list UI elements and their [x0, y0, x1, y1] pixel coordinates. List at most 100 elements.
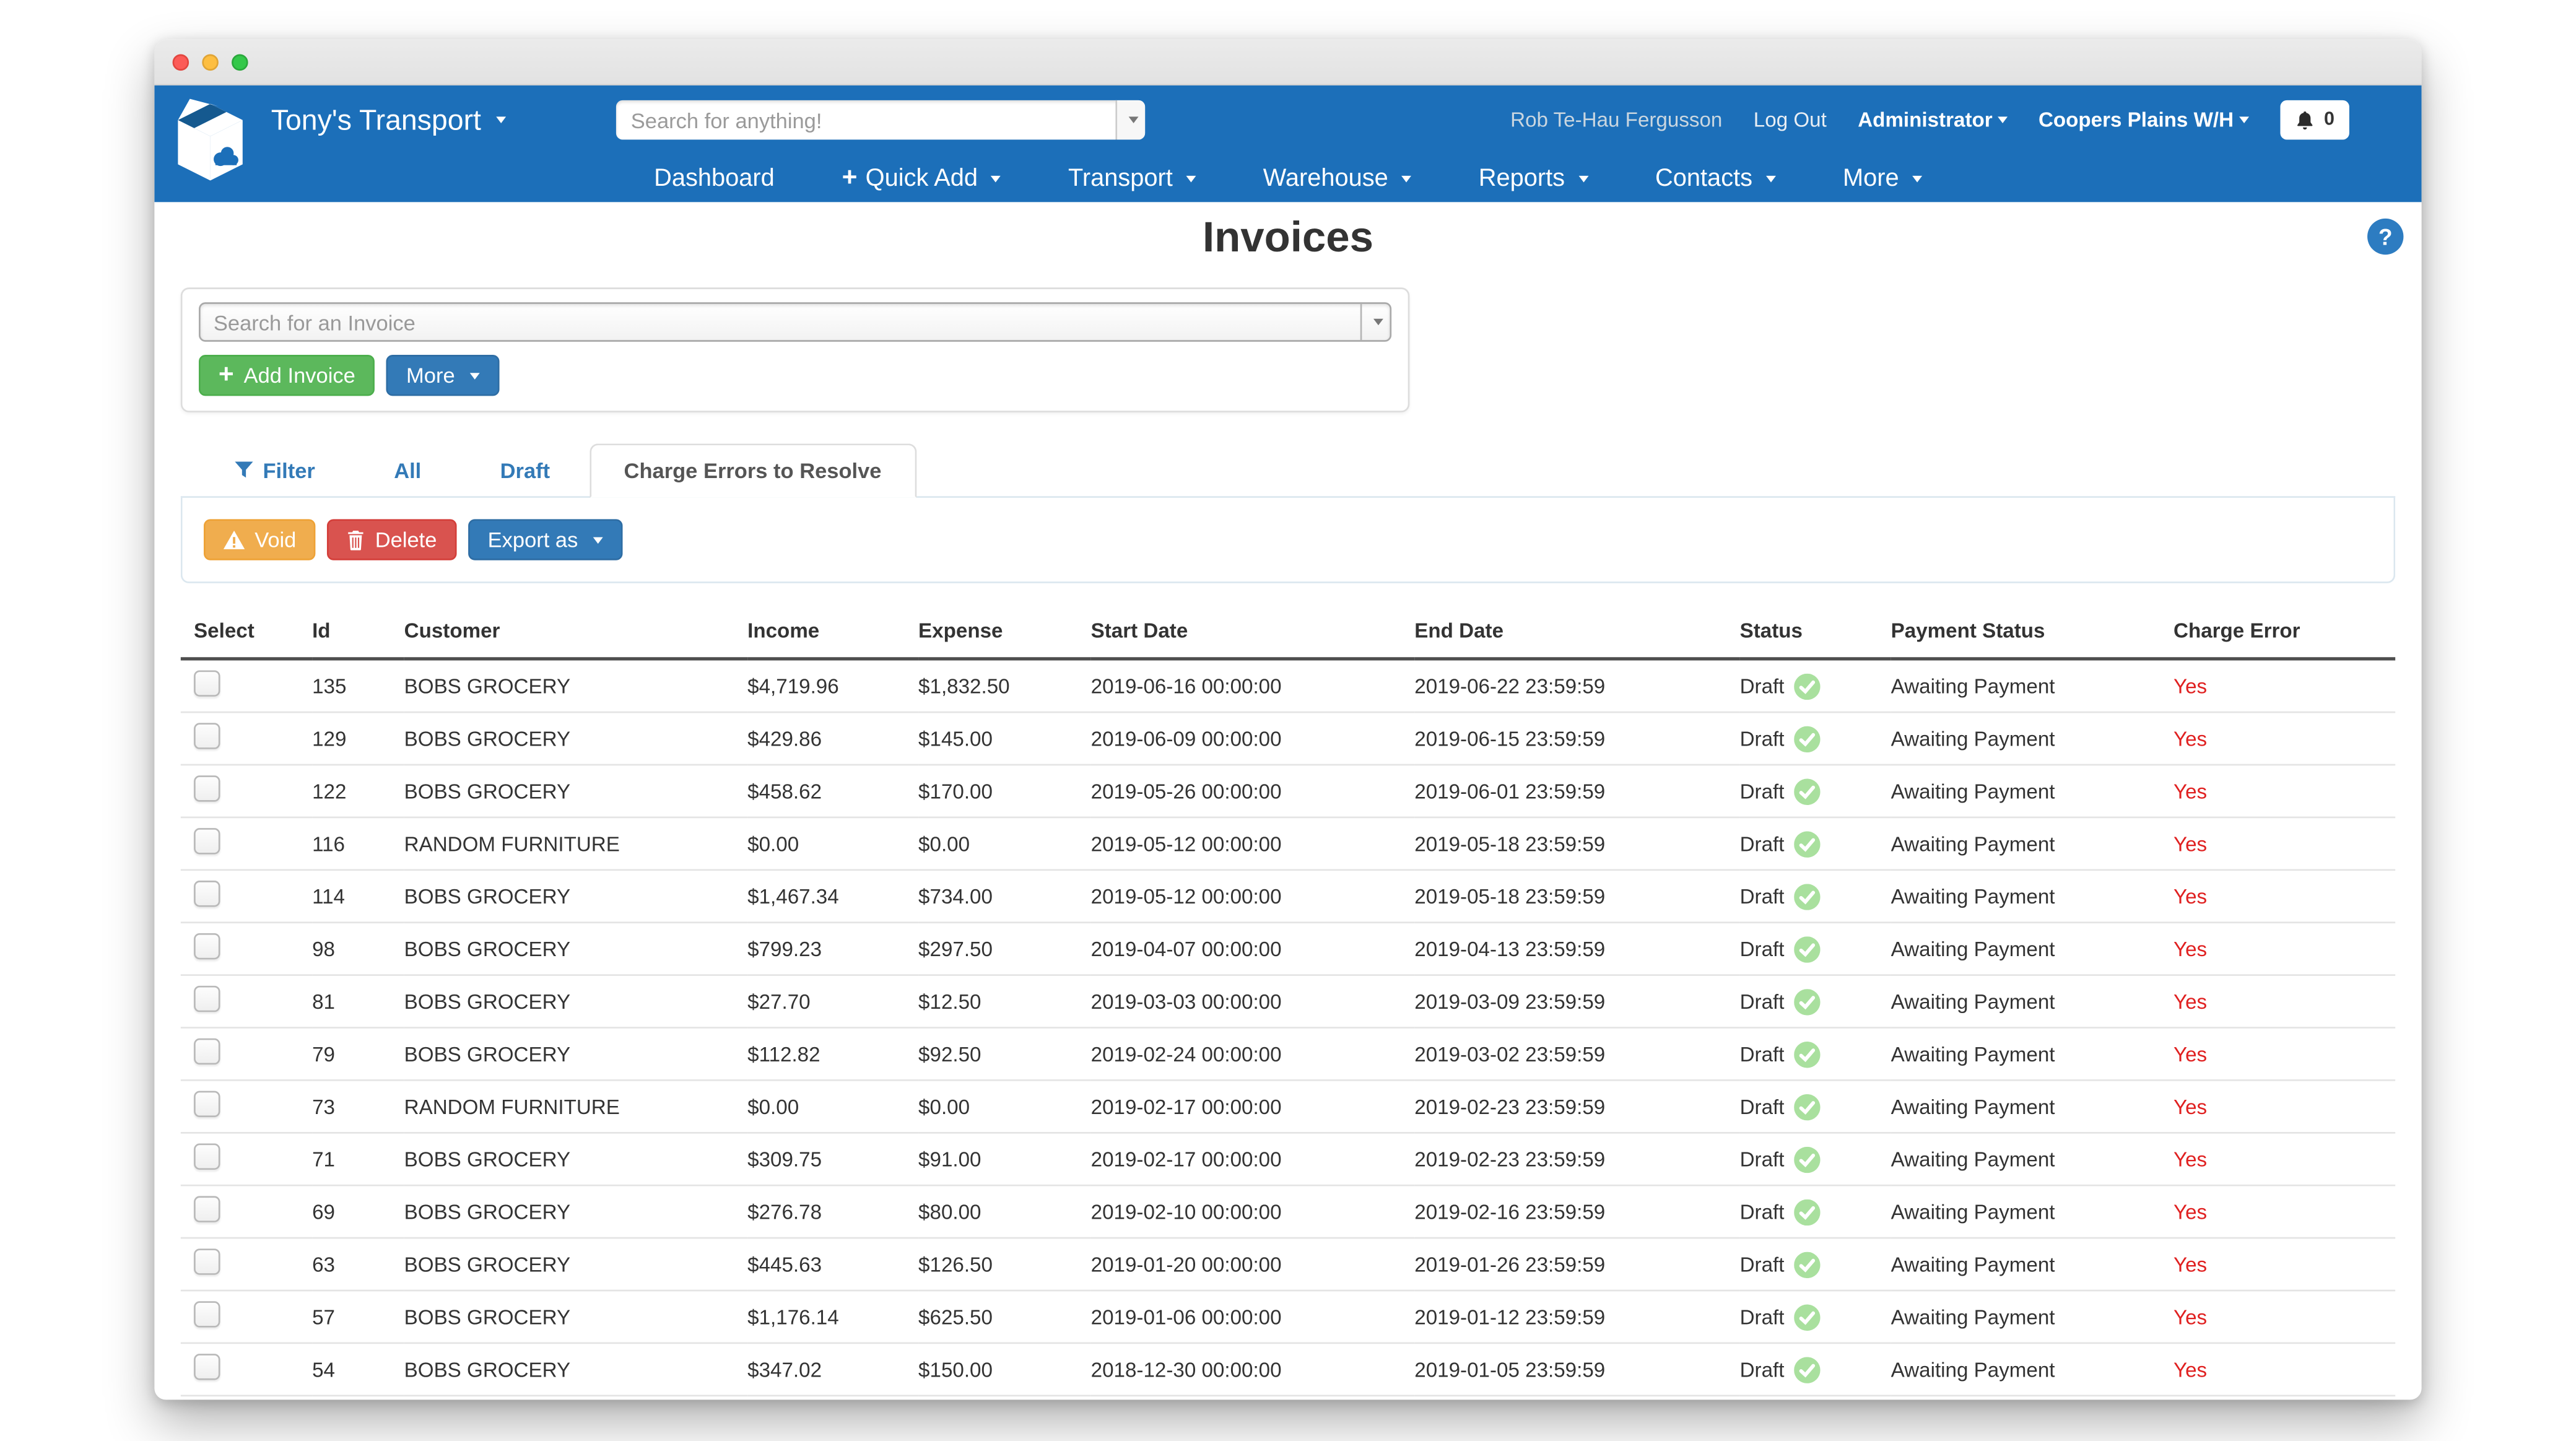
row-status: Draft: [1740, 1080, 1891, 1133]
row-checkbox[interactable]: [194, 1354, 220, 1380]
row-checkbox[interactable]: [194, 1144, 220, 1170]
row-income: $112.82: [747, 1027, 918, 1080]
warning-icon: [224, 530, 245, 550]
user-menu[interactable]: Rob Te-Hau Fergusson: [1510, 108, 1722, 131]
row-id: 63: [312, 1238, 404, 1291]
check-circle-icon: [1794, 673, 1820, 699]
tab-filter[interactable]: Filter: [196, 445, 355, 496]
invoice-tabs: Filter All Draft Charge Errors to Resolv…: [181, 445, 2395, 498]
row-status: Draft: [1740, 765, 1891, 817]
add-invoice-button[interactable]: + Add Invoice: [199, 355, 375, 396]
row-select-cell: [181, 659, 312, 712]
check-circle-icon: [1794, 1146, 1820, 1172]
nav-reports[interactable]: Reports: [1479, 164, 1588, 192]
row-checkbox[interactable]: [194, 1091, 220, 1117]
row-checkbox[interactable]: [194, 775, 220, 801]
row-expense: $0.00: [918, 817, 1091, 870]
row-end-date: 2019-03-02 23:59:59: [1414, 1027, 1739, 1080]
check-circle-icon: [1794, 725, 1820, 751]
row-checkbox[interactable]: [194, 881, 220, 907]
chevron-down-icon[interactable]: [1360, 304, 1390, 340]
logout-link[interactable]: Log Out: [1754, 108, 1827, 131]
minimize-button[interactable]: [202, 53, 219, 70]
row-select-cell: [181, 765, 312, 817]
chevron-down-icon[interactable]: [1115, 100, 1145, 140]
row-checkbox[interactable]: [194, 1248, 220, 1274]
row-select-cell: [181, 1080, 312, 1133]
row-status: Draft: [1740, 1343, 1891, 1396]
row-checkbox[interactable]: [194, 1038, 220, 1064]
more-button[interactable]: More: [386, 355, 499, 396]
void-button[interactable]: Void: [204, 519, 316, 560]
plus-icon: +: [842, 165, 858, 191]
row-status: Draft: [1740, 817, 1891, 870]
check-circle-icon: [1794, 778, 1820, 804]
row-payment-status: Awaiting Payment: [1891, 1396, 2174, 1400]
nav-contacts[interactable]: Contacts: [1655, 164, 1775, 192]
row-checkbox[interactable]: [194, 986, 220, 1012]
row-payment-status: Awaiting Payment: [1891, 1238, 2174, 1291]
warehouse-menu[interactable]: Coopers Plains W/H: [2039, 108, 2248, 131]
check-circle-icon: [1794, 778, 1820, 804]
tab-charge-errors-to-resolve[interactable]: Charge Errors to Resolve: [590, 443, 916, 498]
row-charge-error: Yes: [2174, 712, 2395, 765]
chevron-down-icon: [1998, 116, 2008, 123]
row-checkbox[interactable]: [194, 1196, 220, 1222]
window-titlebar: [154, 40, 2421, 85]
row-expense: $1,832.50: [918, 659, 1091, 712]
row-id: 69: [312, 1185, 404, 1238]
global-search-select[interactable]: Search for anything!: [616, 100, 1145, 140]
row-checkbox[interactable]: [194, 670, 220, 696]
role-menu[interactable]: Administrator: [1858, 108, 2007, 131]
chevron-down-icon: [1186, 175, 1196, 182]
row-customer: BOBS GROCERY: [404, 712, 747, 765]
brand-menu[interactable]: Tony's Transport: [271, 103, 506, 137]
row-select-cell: [181, 923, 312, 975]
row-income: $458.62: [747, 765, 918, 817]
nav-transport[interactable]: Transport: [1068, 164, 1196, 192]
bulk-actions-panel: Void Delete Export as: [181, 498, 2395, 583]
check-circle-icon: [1794, 1304, 1820, 1330]
tab-all[interactable]: All: [355, 445, 461, 496]
invoice-search-placeholder: Search for an Invoice: [201, 304, 1360, 340]
row-expense: $734.00: [918, 870, 1091, 923]
app-logo-icon[interactable]: [166, 92, 255, 188]
invoice-row: 116RANDOM FURNITURE$0.00$0.002019-05-12 …: [181, 817, 2395, 870]
row-expense: $625.50: [918, 1291, 1091, 1343]
close-button[interactable]: [173, 53, 189, 70]
row-income: $1,747.25: [747, 1396, 918, 1400]
col-select: Select: [181, 603, 312, 659]
main-nav: Dashboard +Quick Add Transport Warehouse…: [154, 154, 2421, 202]
nav-quick-add[interactable]: +Quick Add: [842, 164, 1001, 192]
export-as-button[interactable]: Export as: [468, 519, 622, 560]
invoice-search-select[interactable]: Search for an Invoice: [199, 302, 1391, 342]
row-customer: BOBS GROCERY: [404, 1343, 747, 1396]
row-checkbox[interactable]: [194, 1301, 220, 1327]
row-status: Draft: [1740, 1133, 1891, 1185]
row-expense: $297.50: [918, 923, 1091, 975]
row-select-cell: [181, 712, 312, 765]
nav-warehouse[interactable]: Warehouse: [1263, 164, 1411, 192]
row-select-cell: [181, 1185, 312, 1238]
row-checkbox[interactable]: [194, 933, 220, 959]
check-circle-icon: [1794, 883, 1820, 909]
row-checkbox[interactable]: [194, 723, 220, 749]
check-circle-icon: [1794, 1356, 1820, 1382]
nav-more[interactable]: More: [1843, 164, 1922, 192]
tab-draft[interactable]: Draft: [461, 445, 590, 496]
row-expense: $126.50: [918, 1238, 1091, 1291]
nav-dashboard[interactable]: Dashboard: [654, 164, 775, 192]
chevron-down-icon: [593, 536, 603, 543]
delete-button[interactable]: Delete: [328, 519, 456, 560]
row-charge-error: Yes: [2174, 1080, 2395, 1133]
table-header-row: Select Id Customer Income Expense Start …: [181, 603, 2395, 659]
check-circle-icon: [1794, 1304, 1820, 1330]
notifications-button[interactable]: 0: [2279, 100, 2349, 140]
row-start-date: 2019-05-12 00:00:00: [1091, 817, 1415, 870]
col-income: Income: [747, 603, 918, 659]
help-button[interactable]: ?: [2367, 219, 2403, 255]
chevron-down-icon: [1912, 175, 1922, 182]
fullscreen-button[interactable]: [232, 53, 248, 70]
check-circle-icon: [1794, 1041, 1820, 1067]
row-checkbox[interactable]: [194, 828, 220, 854]
